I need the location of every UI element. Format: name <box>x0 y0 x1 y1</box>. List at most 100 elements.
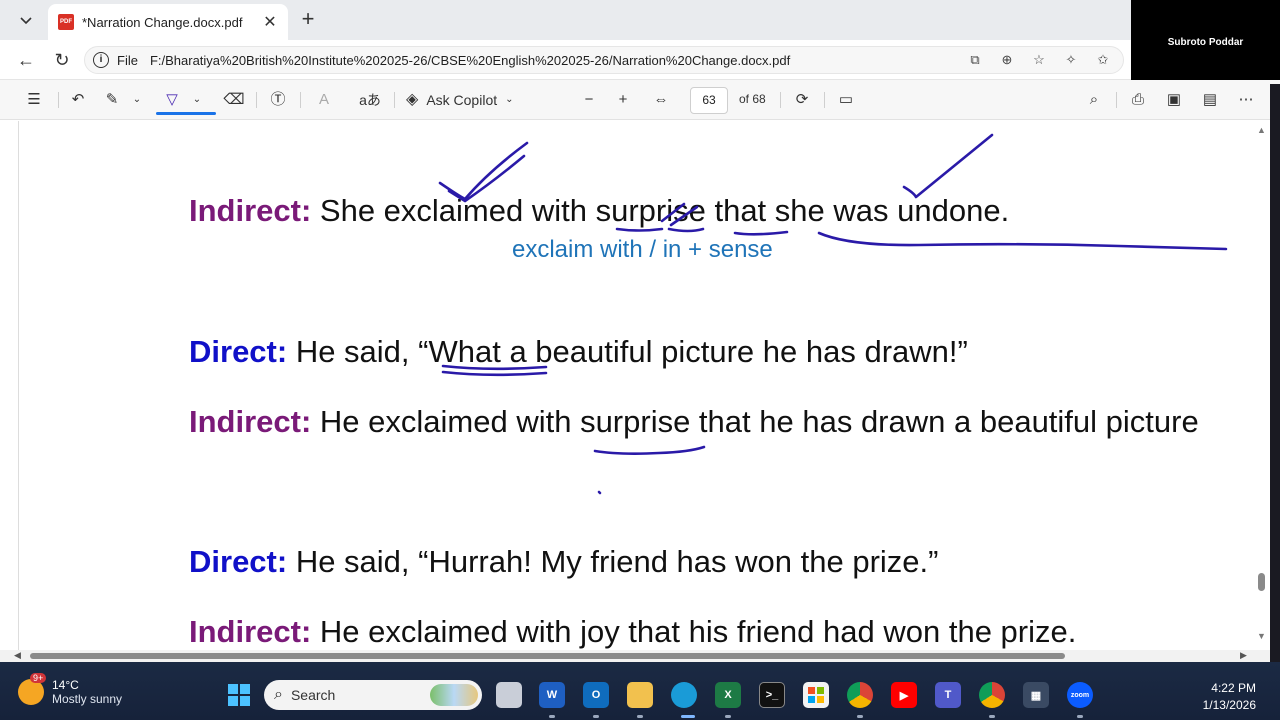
chrome-profile-icon[interactable] <box>979 682 1005 708</box>
contents-icon[interactable]: ☰ <box>22 88 46 112</box>
outlook-icon[interactable]: O <box>583 682 609 708</box>
address-bar[interactable]: i File F:/Bharatiya%20British%20Institut… <box>84 46 1124 74</box>
copilot-sidebar-icon[interactable]: ⧉ <box>963 52 987 68</box>
teams-icon[interactable]: T <box>935 682 961 708</box>
url-text[interactable]: F:/Bharatiya%20British%20Institute%20202… <box>150 53 955 68</box>
divider <box>1116 92 1117 108</box>
zoom-in-icon[interactable]: + <box>612 88 634 112</box>
search-icon: ⌕ <box>274 686 283 703</box>
active-tool-indicator <box>156 112 216 115</box>
doc-line-5: Indirect: He exclaimed with joy that his… <box>189 614 1076 650</box>
save-icon[interactable]: ▣ <box>1162 88 1186 112</box>
store-logo-icon <box>808 687 824 703</box>
file-explorer-icon[interactable] <box>627 682 653 708</box>
extensions-icon[interactable]: ✧ <box>1059 52 1083 68</box>
url-scheme: File <box>117 52 138 68</box>
windows-logo-icon <box>228 684 250 706</box>
ask-copilot-label: Ask Copilot <box>426 92 498 108</box>
refresh-icon[interactable]: ↻ <box>50 48 74 72</box>
pdf-viewport[interactable]: Indirect: She exclaimed with surprise th… <box>0 121 1270 650</box>
running-indicator <box>549 715 555 718</box>
fit-to-width-icon[interactable]: ⇔ <box>648 88 674 112</box>
indirect-label: Indirect: <box>189 193 312 228</box>
vertical-scroll-thumb[interactable] <box>1258 573 1265 591</box>
scroll-down-arrow-icon[interactable]: ▼ <box>1257 631 1266 641</box>
zoom-icon[interactable]: ⊕ <box>995 52 1019 68</box>
clock-date: 1/13/2026 <box>1202 698 1256 712</box>
save-as-icon[interactable]: ▤ <box>1198 88 1222 112</box>
horizontal-scroll-thumb[interactable] <box>30 653 1065 659</box>
weather-widget[interactable]: 9+ 14°C Mostly sunny <box>18 673 123 706</box>
scroll-up-arrow-icon[interactable]: ▲ <box>1257 125 1266 135</box>
divider <box>394 92 395 108</box>
sentence-text: He said, “Hurrah! My friend has won the … <box>287 544 939 579</box>
store-icon[interactable] <box>803 682 829 708</box>
indirect-label: Indirect: <box>189 404 312 439</box>
scroll-left-arrow-icon[interactable]: ◀ <box>14 650 21 661</box>
divider <box>58 92 59 108</box>
site-info-icon[interactable]: i <box>93 52 109 68</box>
windows-start-icon[interactable] <box>226 682 252 708</box>
favorite-star-icon[interactable]: ☆ <box>1027 52 1051 68</box>
ink-underline-surprise-3 <box>593 445 706 455</box>
ask-copilot-button[interactable]: ◈ Ask Copilot ⌄ <box>406 88 536 112</box>
chrome-icon[interactable] <box>847 682 873 708</box>
direct-label: Direct: <box>189 334 288 369</box>
favorites-icon[interactable]: ✩ <box>1091 52 1115 68</box>
active-app-indicator <box>681 715 695 718</box>
eraser-icon[interactable]: ⌫ <box>222 88 246 112</box>
pdf-file-icon: PDF <box>58 14 74 30</box>
highlight-options-chevron-icon[interactable]: ⌄ <box>130 88 144 112</box>
zoom-icon[interactable]: zoom <box>1067 682 1093 708</box>
word-icon[interactable]: W <box>539 682 565 708</box>
vertical-scrollbar[interactable]: ▲ ▼ <box>1254 121 1270 650</box>
temperature: 14°C <box>52 678 79 692</box>
edge-icon[interactable] <box>671 682 697 708</box>
close-tab-icon[interactable]: ✕ <box>262 12 278 32</box>
tab-title: *Narration Change.docx.pdf <box>82 14 243 30</box>
tab-strip: PDF *Narration Change.docx.pdf ✕ + <box>0 0 1131 40</box>
page-number-input[interactable]: 63 <box>690 87 728 114</box>
read-aloud-icon[interactable]: aあ <box>356 88 384 112</box>
notification-badge: 9+ <box>30 673 47 683</box>
ink-dot <box>597 490 602 495</box>
running-indicator <box>1077 715 1083 718</box>
running-indicator <box>637 715 643 718</box>
terminal-icon[interactable]: >_ <box>759 682 785 708</box>
browser-tab[interactable]: PDF *Narration Change.docx.pdf ✕ <box>48 4 288 40</box>
doc-line-3: Indirect: He exclaimed with surprise tha… <box>189 404 1199 440</box>
zoom-out-icon[interactable]: − <box>578 88 600 112</box>
back-arrow-icon[interactable]: ← <box>14 48 38 72</box>
excel-icon[interactable]: X <box>715 682 741 708</box>
system-clock[interactable]: 4:22 PM 1/13/2026 <box>1190 680 1256 714</box>
more-options-icon[interactable]: ⋯ <box>1234 88 1258 112</box>
ink-underline-what-a-2 <box>441 370 548 377</box>
direct-label: Direct: <box>189 544 288 579</box>
highlight-icon[interactable]: ✎ <box>100 88 124 112</box>
weather-condition: Mostly sunny <box>52 692 123 706</box>
youtube-icon[interactable]: ▶ <box>891 682 917 708</box>
new-tab-button[interactable]: + <box>296 8 320 32</box>
running-indicator <box>725 715 731 718</box>
task-view-icon[interactable] <box>496 682 522 708</box>
add-text-icon[interactable]: Ⓣ <box>266 88 290 112</box>
draw-options-chevron-icon[interactable]: ⌄ <box>190 88 204 112</box>
undo-icon[interactable]: ↶ <box>66 88 90 112</box>
doc-line-4: Direct: He said, “Hurrah! My friend has … <box>189 544 938 580</box>
scroll-right-arrow-icon[interactable]: ▶ <box>1240 650 1247 661</box>
doc-line-2: Direct: He said, “What a beautiful pictu… <box>189 334 968 370</box>
sentence-text: He said, “What a beautiful picture he ha… <box>287 334 968 369</box>
running-indicator <box>857 715 863 718</box>
print-icon[interactable]: ⎙ <box>1126 88 1150 112</box>
page-view-icon[interactable]: ▭ <box>834 88 858 112</box>
ink-underline-surprise-2 <box>667 227 705 233</box>
rotate-icon[interactable]: ⟳ <box>790 88 814 112</box>
tab-actions-menu-button[interactable] <box>10 8 42 34</box>
horizontal-scrollbar[interactable]: ◀ ▶ <box>0 650 1270 662</box>
find-icon[interactable]: ⌕ <box>1082 88 1106 112</box>
draw-icon[interactable]: ▽ <box>160 88 184 112</box>
desktop-background-strip <box>1270 84 1280 662</box>
calculator-icon[interactable]: ▦ <box>1023 682 1049 708</box>
taskbar-search[interactable]: ⌕ Search <box>264 680 482 710</box>
text-format-icon: A <box>318 91 329 108</box>
